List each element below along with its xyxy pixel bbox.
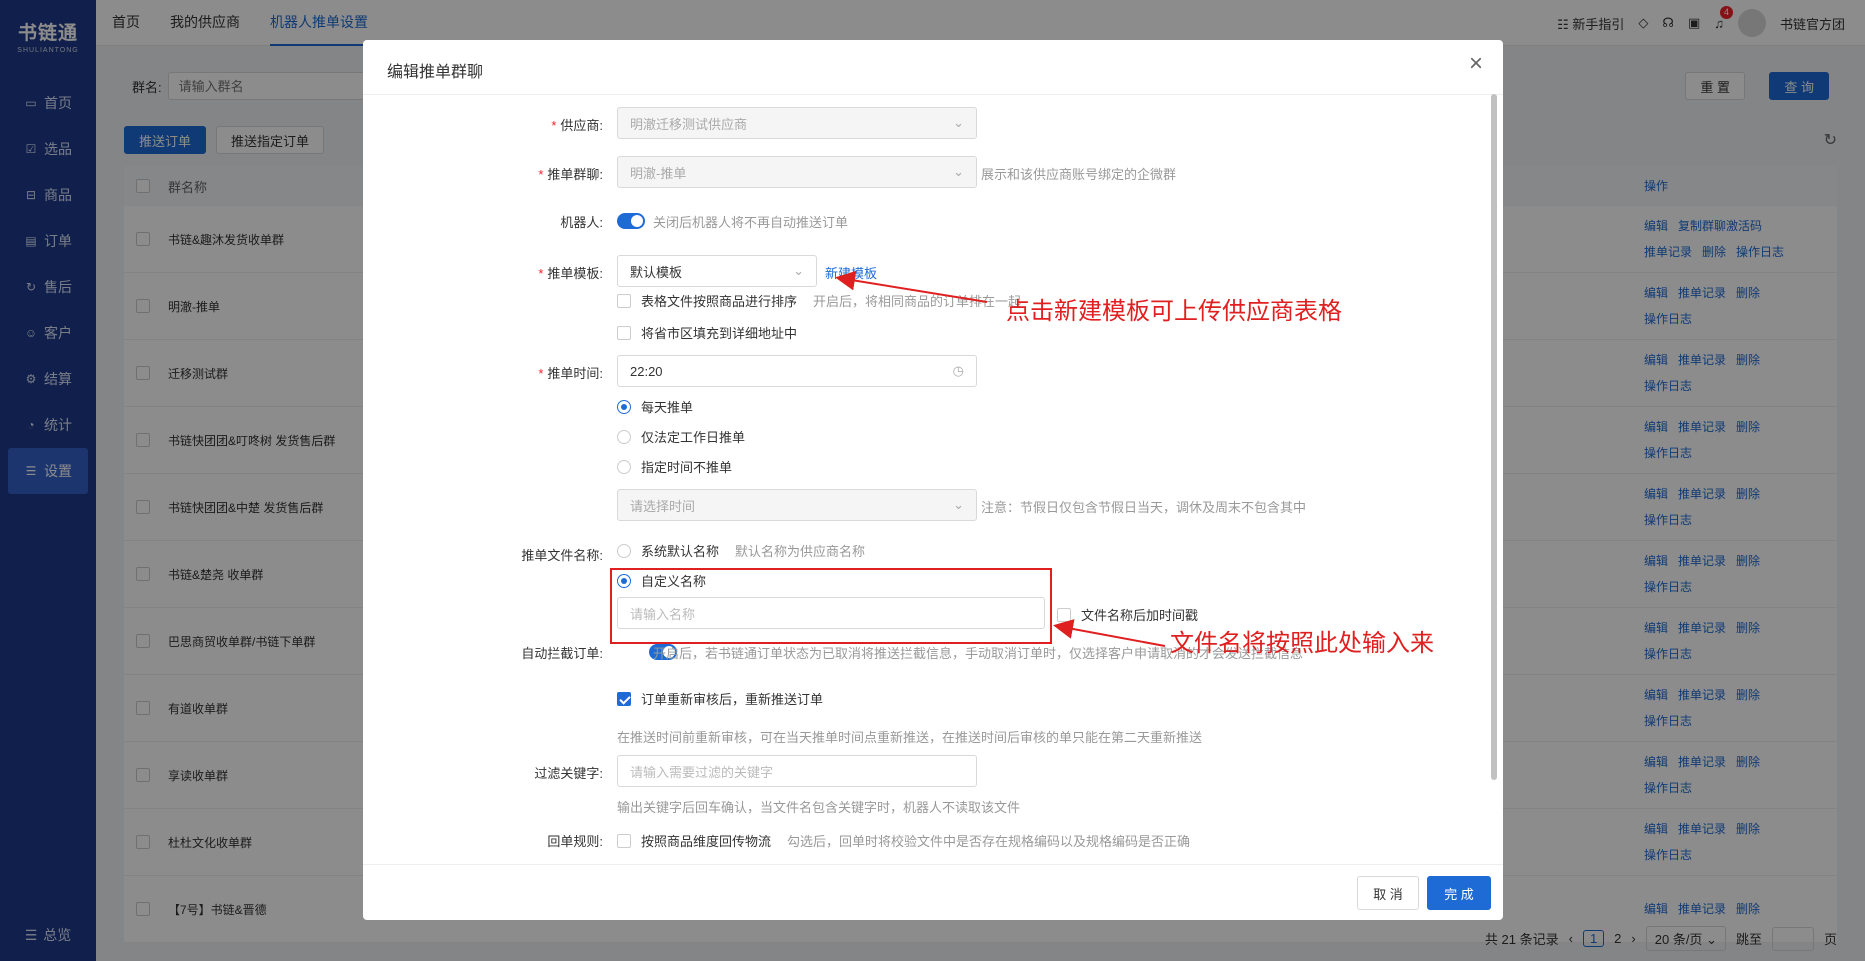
workday-option[interactable]: 仅法定工作日推单 xyxy=(617,427,745,446)
chevron-down-icon: ⌄ xyxy=(793,263,804,278)
fill-address-checkbox[interactable] xyxy=(617,325,631,340)
fill-address-option[interactable]: 将省市区填充到详细地址中 xyxy=(617,323,797,342)
annotation-box xyxy=(610,568,1052,644)
keyword-label: 过滤关键字: xyxy=(534,766,603,781)
sort-option[interactable]: 表格文件按照商品进行排序 开启后，将相同商品的订单排在一起 xyxy=(617,291,1021,310)
close-icon[interactable]: × xyxy=(1469,52,1483,76)
return-option[interactable]: 按照商品维度回传物流 勾选后，回单时将校验文件中是否存在规格编码以及规格编码是否… xyxy=(617,831,1190,850)
chevron-down-icon: ⌄ xyxy=(953,497,964,512)
recheck-checkbox[interactable] xyxy=(617,691,631,706)
timestamp-checkbox[interactable] xyxy=(1057,607,1071,622)
group-hint: 展示和该供应商账号绑定的企微群 xyxy=(981,167,1177,182)
keyword-hint: 输出关键字后回车确认，当文件名包含关键字时，机器人不读取该文件 xyxy=(617,800,1021,815)
cancel-button[interactable]: 取 消 xyxy=(1357,876,1419,910)
recheck-hint: 在推送时间前重新审核，可在当天推单时间点重新推送，在推送时间后审核的单只能在第二… xyxy=(617,730,1203,745)
specified-radio[interactable] xyxy=(617,459,631,474)
sort-hint: 开启后，将相同商品的订单排在一起 xyxy=(813,294,1022,309)
modal-footer: 取 消 完 成 xyxy=(363,864,1503,920)
clock-icon: ◷ xyxy=(952,363,964,378)
time-label: * 推单时间: xyxy=(538,366,603,381)
timestamp-option[interactable]: 文件名称后加时间戳 xyxy=(1057,605,1198,624)
filename-annotation: 文件名将按照此处输入来 xyxy=(1170,631,1434,657)
return-checkbox[interactable] xyxy=(617,833,631,848)
supplier-select[interactable]: 明澈迁移测试供应商 ⌄ xyxy=(617,107,977,139)
robot-hint: 关闭后机器人将不再自动推送订单 xyxy=(653,215,849,230)
chevron-down-icon: ⌄ xyxy=(953,115,964,130)
daily-radio[interactable] xyxy=(617,399,631,414)
time-picker[interactable]: 22:20 ◷ xyxy=(617,355,977,387)
default-name-hint: 默认名称为供应商名称 xyxy=(735,544,866,559)
default-name-option[interactable]: 系统默认名称 默认名称为供应商名称 xyxy=(617,541,865,560)
robot-label: 机器人: xyxy=(560,215,603,230)
daily-option[interactable]: 每天推单 xyxy=(617,397,693,416)
no-push-time-select[interactable]: 请选择时间 ⌄ xyxy=(617,489,977,521)
group-select[interactable]: 明澈-推单 ⌄ xyxy=(617,156,977,188)
template-label: * 推单模板: xyxy=(538,266,603,281)
modal-title: 编辑推单群聊 xyxy=(387,64,484,81)
return-label: 回单规则: xyxy=(547,834,603,849)
supplier-label: * 供应商: xyxy=(551,118,603,133)
new-template-link[interactable]: 新建模板 xyxy=(825,263,877,282)
template-annotation: 点击新建模板可上传供应商表格 xyxy=(1006,299,1342,325)
group-label: * 推单群聊: xyxy=(538,167,603,182)
default-name-radio[interactable] xyxy=(617,543,631,558)
intercept-label: 自动拦截订单: xyxy=(521,646,603,661)
keyword-input[interactable]: 请输入需要过滤的关键字 xyxy=(617,755,977,787)
holiday-hint: 注意：节假日仅包含节假日当天，调休及周末不包含其中 xyxy=(981,500,1307,515)
workday-radio[interactable] xyxy=(617,429,631,444)
modal-scrollbar[interactable] xyxy=(1491,94,1497,780)
chevron-down-icon: ⌄ xyxy=(953,164,964,179)
specified-option[interactable]: 指定时间不推单 xyxy=(617,457,732,476)
edit-group-modal: 编辑推单群聊 × * 供应商: 明澈迁移测试供应商 ⌄ * 推单群聊: 明澈-推单 ⌄ … xyxy=(363,40,1503,920)
filename-label: 推单文件名称: xyxy=(521,548,603,563)
return-hint: 勾选后，回单时将校验文件中是否存在规格编码以及规格编码是否正确 xyxy=(787,834,1191,849)
template-select[interactable]: 默认模板 ⌄ xyxy=(617,255,817,287)
modal-body: * 供应商: 明澈迁移测试供应商 ⌄ * 推单群聊: 明澈-推单 ⌄ 展示和该供应商账号… xyxy=(363,94,1503,864)
complete-button[interactable]: 完 成 xyxy=(1427,876,1491,910)
sort-checkbox[interactable] xyxy=(617,293,631,308)
recheck-option[interactable]: 订单重新审核后，重新推送订单 xyxy=(617,689,823,708)
robot-toggle[interactable] xyxy=(617,213,645,229)
